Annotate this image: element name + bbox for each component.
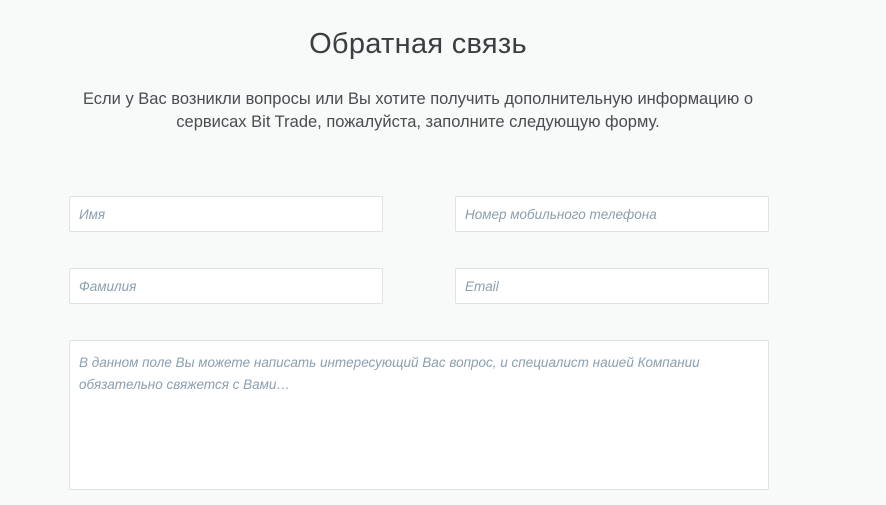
page-subtitle: Если у Вас возникли вопросы или Вы хотит…: [82, 90, 754, 131]
page-title: Обратная связь: [309, 28, 527, 60]
email-field[interactable]: [455, 268, 769, 304]
phone-field[interactable]: [455, 196, 769, 232]
message-field[interactable]: [69, 340, 769, 490]
name-field[interactable]: [69, 196, 383, 232]
surname-field[interactable]: [69, 268, 383, 304]
